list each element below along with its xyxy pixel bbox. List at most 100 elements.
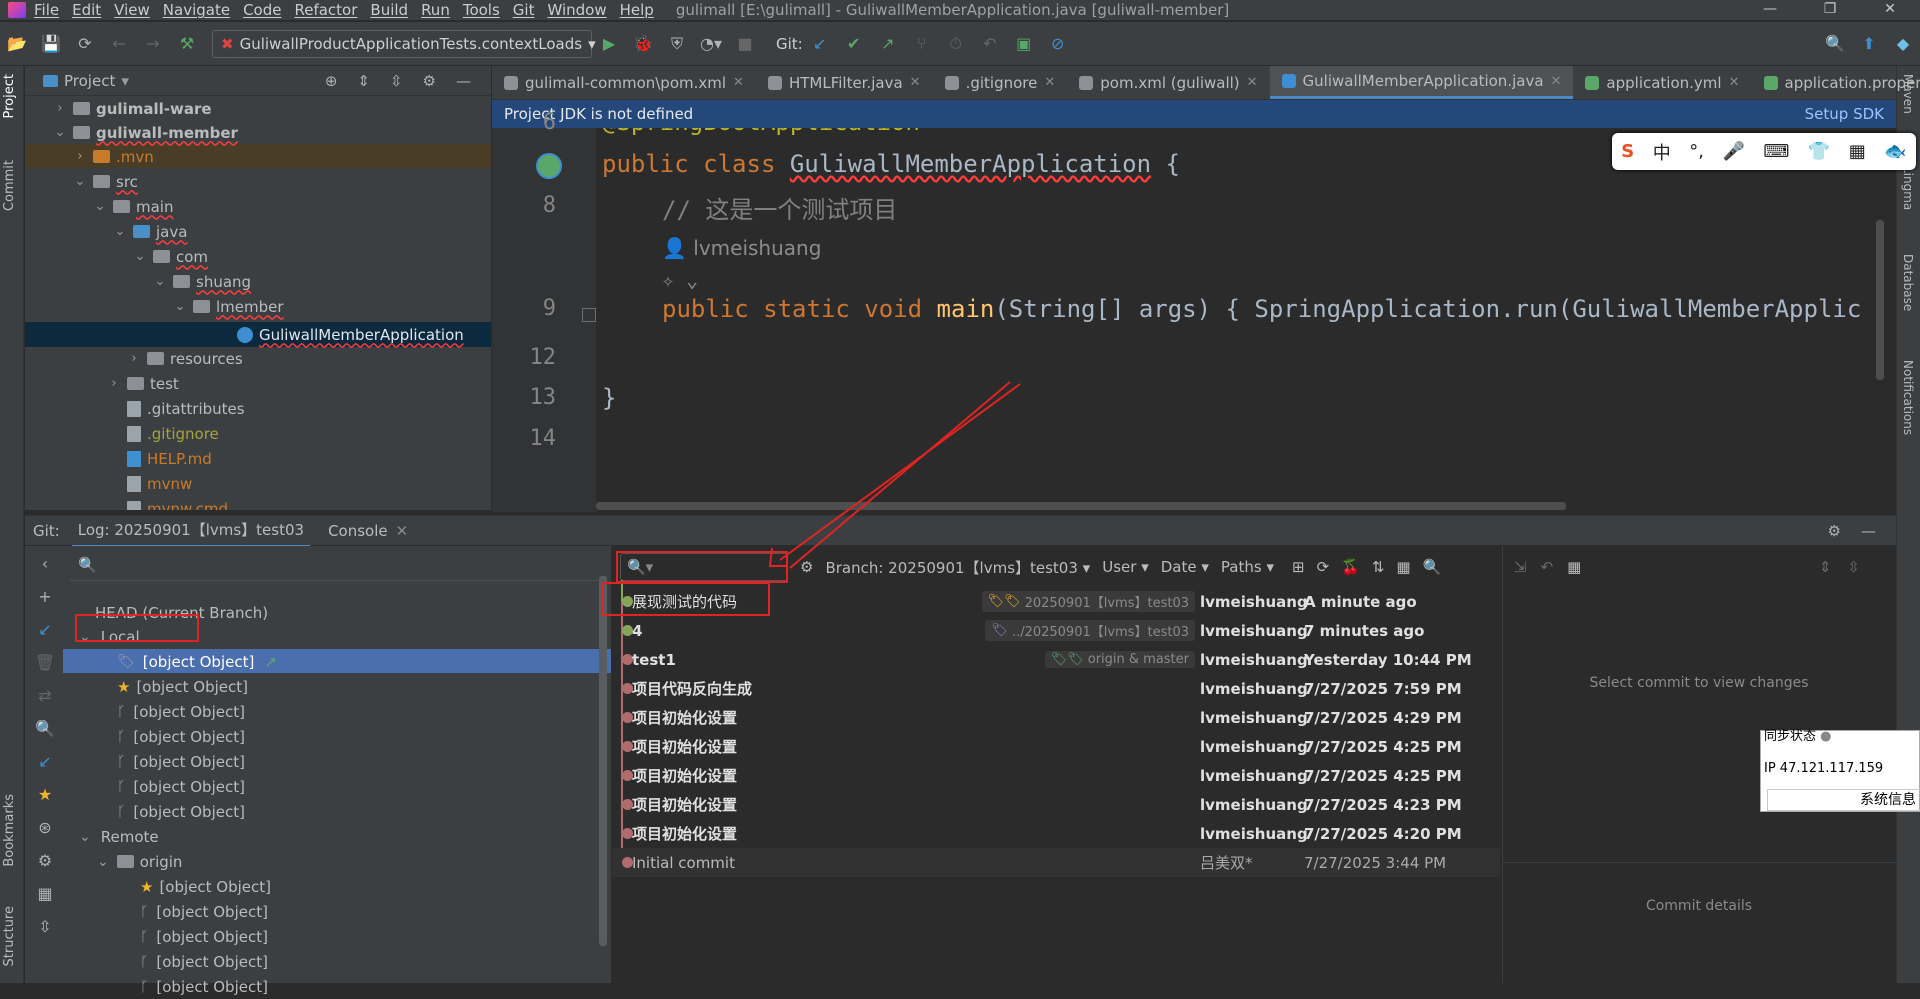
tree-item[interactable]: ⌄src (73, 169, 138, 194)
commit-row[interactable]: Initial commit吕美双*7/27/2025 3:44 PM (612, 848, 1500, 877)
settings-gear-icon[interactable]: ⚙ (423, 72, 436, 90)
tree-item[interactable]: ⌄lmember (173, 294, 284, 319)
branch-item[interactable]: ᚴ[object Object] (140, 949, 268, 974)
expand-icon[interactable]: ⇳ (38, 917, 51, 936)
run-gutter-icon[interactable] (536, 153, 562, 179)
jetbrains-icon[interactable]: ◆ (1891, 32, 1915, 56)
settings-gear-icon[interactable]: ⚙ (800, 558, 813, 576)
editor-tab[interactable]: application.propert✕ (1752, 66, 1920, 99)
undo-icon[interactable]: ↶ (1541, 558, 1554, 576)
tree-item[interactable]: ⌄main (93, 194, 173, 219)
collapse-panel-icon[interactable]: ‹ (42, 554, 48, 573)
close-tab-icon[interactable]: ✕ (910, 75, 921, 90)
run-configuration-select[interactable]: ✖ GuliwallProductApplicationTests.contex… (212, 30, 592, 58)
structure-tool-tab[interactable]: Structure (2, 906, 17, 966)
settings-gear-icon[interactable]: ⚙ (38, 851, 52, 870)
branch-item[interactable]: ᚴ[object Object] (117, 724, 245, 749)
tree-item[interactable]: ›resources (127, 346, 243, 371)
collapse-all-icon[interactable]: ⇳ (1847, 558, 1860, 576)
update-branch-icon[interactable]: ↙ (38, 620, 51, 639)
compare-icon[interactable]: ⇄ (38, 686, 51, 705)
commit-row[interactable]: 4🏷../20250901【lvms】test03lvmeishuang7 mi… (612, 616, 1500, 645)
menu-item-code[interactable]: Code (243, 1, 281, 19)
close-icon[interactable]: ✕ (396, 522, 409, 540)
tree-item[interactable]: GuliwallMemberApplication (237, 322, 464, 347)
tree-item[interactable]: ⌄guliwall-member (53, 120, 238, 145)
expand-all-icon[interactable]: ⇕ (357, 72, 370, 90)
minimize-icon[interactable]: — (1740, 0, 1800, 20)
group-icon[interactable]: ▦ (1567, 558, 1581, 576)
branch-item[interactable]: ᚴ[object Object] (140, 899, 268, 924)
close-icon[interactable]: ✕ (1860, 0, 1920, 20)
notifications-tool-tab[interactable]: Notifications (1901, 360, 1915, 435)
coverage-icon[interactable]: ⛨ (665, 32, 689, 56)
group-by-icon[interactable]: ⊛ (38, 818, 51, 837)
delete-branch-icon[interactable]: 🗑 (35, 653, 55, 672)
menu-item-edit[interactable]: Edit (72, 1, 101, 19)
tree-item[interactable]: .gitignore (107, 421, 219, 446)
menu-item-refactor[interactable]: Refactor (294, 1, 357, 19)
close-tab-icon[interactable]: ✕ (1729, 75, 1740, 90)
commit-row[interactable]: test1🏷🏷origin & masterlvmeishuangYesterd… (612, 645, 1500, 674)
search-icon[interactable]: 🔍 (1823, 32, 1847, 56)
menu-item-git[interactable]: Git (513, 1, 535, 19)
forward-icon[interactable]: → (141, 32, 165, 56)
tree-item[interactable]: mvnw (107, 471, 192, 496)
revert-icon[interactable]: ⇲ (1514, 558, 1527, 576)
editor-tab[interactable]: application.yml✕ (1573, 66, 1751, 99)
tree-item[interactable]: ›test (107, 371, 179, 396)
commit-row[interactable]: 项目初始化设置lvmeishuang7/27/2025 4:29 PM (612, 703, 1500, 732)
menu-item-view[interactable]: View (114, 1, 150, 19)
editor-tab[interactable]: gulimall-common\pom.xml✕ (492, 66, 756, 99)
editor-tab[interactable]: .gitignore✕ (933, 66, 1068, 99)
cherry-pick-icon[interactable]: 🍒 (1341, 558, 1360, 576)
tree-item[interactable]: ›gulimall-ware (53, 96, 212, 121)
git-update-icon[interactable]: ↙ (808, 32, 832, 56)
setup-sdk-link[interactable]: Setup SDK (1805, 105, 1884, 123)
project-tool-tab[interactable]: Project (2, 74, 17, 118)
branch-search-input[interactable]: 🔍 (70, 549, 604, 581)
settings-gear-icon[interactable]: ⚙ (1828, 522, 1841, 540)
commit-row[interactable]: 项目初始化设置lvmeishuang7/27/2025 4:20 PM (612, 819, 1500, 848)
system-info-button[interactable]: 系统信息 (1767, 789, 1920, 811)
expand-all-icon[interactable]: ⇕ (1819, 558, 1832, 576)
close-tab-icon[interactable]: ✕ (733, 75, 744, 90)
locate-icon[interactable]: ⊕ (325, 72, 338, 90)
tree-item[interactable]: mvnw.cmd (107, 496, 228, 510)
view-options-icon[interactable]: ▦ (1396, 558, 1410, 576)
commit-row[interactable]: 项目初始化设置lvmeishuang7/27/2025 4:23 PM (612, 790, 1500, 819)
update-icon[interactable]: ⬆ (1857, 32, 1881, 56)
commit-row[interactable]: 项目初始化设置lvmeishuang7/27/2025 4:25 PM (612, 732, 1500, 761)
ime-punctuation-toggle[interactable]: °, (1689, 141, 1704, 162)
editor-tab[interactable]: GuliwallMemberApplication.java✕ (1270, 66, 1574, 99)
menu-item-tools[interactable]: Tools (463, 1, 500, 19)
tree-item[interactable]: ⌄com (133, 244, 208, 269)
origin-remote-group[interactable]: ⌄origin (97, 849, 182, 874)
tree-item[interactable]: ⌄java (113, 219, 187, 244)
debug-icon[interactable]: 🐞 (631, 32, 655, 56)
menu-item-file[interactable]: File (34, 1, 59, 19)
hide-icon[interactable]: — (1861, 522, 1876, 540)
lingma-tool-tab[interactable]: Lingma (1901, 166, 1915, 210)
editor-tab[interactable]: pom.xml (guliwall)✕ (1067, 66, 1269, 99)
tree-item[interactable]: ›.mvn (73, 144, 154, 169)
editor-tab[interactable]: HTMLFilter.java✕ (756, 66, 933, 99)
menu-item-build[interactable]: Build (370, 1, 408, 19)
open-folder-icon[interactable]: 📂 (5, 32, 29, 56)
branch-item[interactable]: ᚴ[object Object] (140, 974, 268, 999)
tab-console[interactable]: Console✕ (322, 517, 414, 545)
branch-item[interactable]: 🏷[object Object] ↗ (117, 649, 277, 674)
tree-item[interactable]: ⌄shuang (153, 269, 251, 294)
close-tab-icon[interactable]: ✕ (1044, 75, 1055, 90)
run-icon[interactable]: ▶ (597, 32, 621, 56)
horizontal-scrollbar[interactable] (596, 502, 1566, 510)
branch-item[interactable]: ᚴ[object Object] (117, 699, 245, 724)
branch-item[interactable]: ᚴ[object Object] (117, 774, 245, 799)
tree-item[interactable]: .gitattributes (107, 396, 245, 421)
branch-item[interactable]: ᚴ[object Object] (140, 924, 268, 949)
ime-voice-icon[interactable]: 🎤 (1722, 141, 1744, 162)
git-commit-icon[interactable]: ✔ (842, 32, 866, 56)
ime-mascot-icon[interactable]: 🐟 (1884, 141, 1906, 162)
build-icon[interactable]: ⚒ (175, 32, 199, 56)
fold-icon[interactable] (582, 308, 596, 322)
